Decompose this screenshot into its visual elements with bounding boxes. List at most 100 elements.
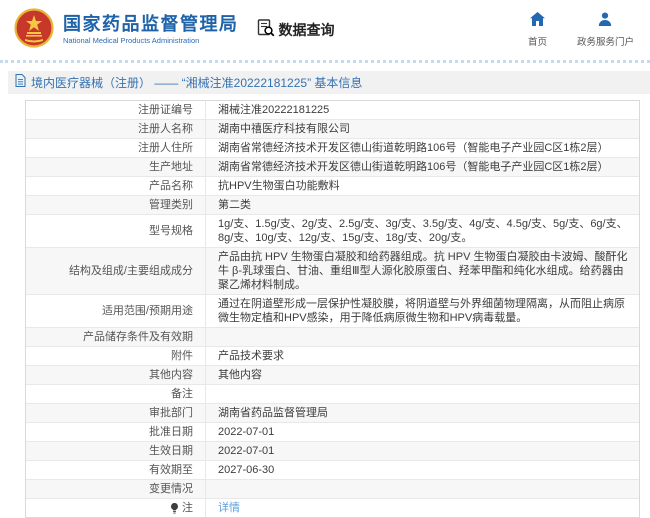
row-label: 附件 bbox=[26, 347, 206, 365]
row-value bbox=[206, 480, 639, 498]
user-icon bbox=[598, 12, 612, 31]
nmpa-logo[interactable]: 国家药品监督管理局 National Medical Products Admi… bbox=[14, 8, 239, 53]
row-label: 产品储存条件及有效期 bbox=[26, 328, 206, 346]
row-label: 有效期至 bbox=[26, 461, 206, 479]
table-row: 其他内容其他内容 bbox=[26, 366, 639, 385]
row-label: 注 bbox=[26, 499, 206, 517]
nav-home-label: 首页 bbox=[528, 34, 547, 48]
row-value-text: 湖南省常德经济技术开发区德山街道乾明路106号（智能电子产业园C区1栋2层） bbox=[218, 141, 609, 155]
row-value: 湖南中禧医疗科技有限公司 bbox=[206, 120, 639, 138]
row-value-text: 其他内容 bbox=[218, 368, 262, 382]
nav-portal[interactable]: 政务服务门户 bbox=[577, 12, 634, 48]
row-value: 湖南省常德经济技术开发区德山街道乾明路106号（智能电子产业园C区1栋2层） bbox=[206, 158, 639, 176]
row-label-text: 有效期至 bbox=[149, 463, 193, 477]
page-title: 境内医疗器械（注册） —— “湘械注准20222181225” 基本信息 bbox=[31, 74, 362, 91]
nav-portal-label: 政务服务门户 bbox=[577, 34, 634, 48]
table-row: 产品名称 抗HPV生物蛋白功能敷料 bbox=[26, 177, 639, 196]
row-label-text: 备注 bbox=[171, 387, 193, 401]
home-icon bbox=[530, 12, 545, 31]
row-value: 产品由抗 HPV 生物蛋白凝胶和给药器组成。抗 HPV 生物蛋白凝胶由卡波姆、酸… bbox=[206, 248, 639, 294]
table-row: 注册人名称 湖南中禧医疗科技有限公司 bbox=[26, 120, 639, 139]
row-value-text: 2027-06-30 bbox=[218, 463, 274, 477]
row-label: 产品名称 bbox=[26, 177, 206, 195]
row-label-text: 结构及组成/主要组成成分 bbox=[69, 264, 193, 278]
row-value: 其他内容 bbox=[206, 366, 639, 384]
row-label-text: 产品储存条件及有效期 bbox=[83, 330, 193, 344]
document-icon bbox=[15, 74, 26, 92]
nav-data-query-label: 数据查询 bbox=[279, 20, 335, 40]
nav-data-query[interactable]: 数据查询 bbox=[257, 19, 335, 42]
row-label: 其他内容 bbox=[26, 366, 206, 384]
row-label: 结构及组成/主要组成成分 bbox=[26, 248, 206, 294]
row-value-text: 湖南中禧医疗科技有限公司 bbox=[218, 122, 350, 136]
row-label: 备注 bbox=[26, 385, 206, 403]
row-label-text: 产品名称 bbox=[149, 179, 193, 193]
row-label: 管理类别 bbox=[26, 196, 206, 214]
row-label: 生效日期 bbox=[26, 442, 206, 460]
national-emblem-icon bbox=[14, 8, 54, 53]
row-value-text: 抗HPV生物蛋白功能敷料 bbox=[218, 179, 340, 193]
row-value: 2027-06-30 bbox=[206, 461, 639, 479]
table-row: 生效日期 2022-07-01 bbox=[26, 442, 639, 461]
table-row: 备注 bbox=[26, 385, 639, 404]
row-label-text: 注册人名称 bbox=[138, 122, 193, 136]
row-label: 生产地址 bbox=[26, 158, 206, 176]
row-value-text: 通过在阴道壁形成一层保护性凝胶膜，将阴道壁与外界细菌物理隔离，从而阻止病原微生物… bbox=[218, 297, 629, 325]
header-right-nav: 首页 政务服务门户 bbox=[528, 12, 638, 48]
row-value-text: 湖南省常德经济技术开发区德山街道乾明路106号（智能电子产业园C区1栋2层） bbox=[218, 160, 609, 174]
table-row: 批准日期 2022-07-01 bbox=[26, 423, 639, 442]
row-label: 批准日期 bbox=[26, 423, 206, 441]
row-label-text: 适用范围/预期用途 bbox=[102, 304, 193, 318]
row-label-text: 注册人住所 bbox=[138, 141, 193, 155]
row-value: 2022-07-01 bbox=[206, 442, 639, 460]
row-value: 抗HPV生物蛋白功能敷料 bbox=[206, 177, 639, 195]
row-value: 详情 bbox=[206, 499, 639, 517]
row-label-text: 附件 bbox=[171, 349, 193, 363]
row-value: 第二类 bbox=[206, 196, 639, 214]
row-label-text: 审批部门 bbox=[149, 406, 193, 420]
row-value: 湖南省药品监督管理局 bbox=[206, 404, 639, 422]
table-row: 附件 产品技术要求 bbox=[26, 347, 639, 366]
logo-text: 国家药品监督管理局 National Medical Products Admi… bbox=[63, 15, 239, 45]
row-value: 1g/支、1.5g/支、2g/支、2.5g/支、3g/支、3.5g/支、4g/支… bbox=[206, 215, 639, 247]
table-row: 适用范围/预期用途 通过在阴道壁形成一层保护性凝胶膜，将阴道壁与外界细菌物理隔离，… bbox=[26, 295, 639, 328]
row-value: 产品技术要求 bbox=[206, 347, 639, 365]
agency-name-cn: 国家药品监督管理局 bbox=[63, 15, 239, 35]
row-value: 2022-07-01 bbox=[206, 423, 639, 441]
row-label-text: 注 bbox=[182, 501, 193, 515]
row-label: 审批部门 bbox=[26, 404, 206, 422]
row-label-text: 型号规格 bbox=[149, 224, 193, 238]
row-value: 湘械注准20222181225 bbox=[206, 101, 639, 119]
agency-name-en: National Medical Products Administration bbox=[63, 37, 239, 45]
row-label-text: 管理类别 bbox=[149, 198, 193, 212]
row-value-text: 2022-07-01 bbox=[218, 425, 274, 439]
table-row: 型号规格 1g/支、1.5g/支、2g/支、2.5g/支、3g/支、3.5g/支、… bbox=[26, 215, 639, 248]
details-link[interactable]: 详情 bbox=[218, 501, 240, 515]
row-label-text: 生效日期 bbox=[149, 444, 193, 458]
document-search-icon bbox=[257, 19, 275, 42]
table-row: 生产地址湖南省常德经济技术开发区德山街道乾明路106号（智能电子产业园C区1栋2… bbox=[26, 158, 639, 177]
info-table: 注册证编号湘械注准20222181225注册人名称湖南中禧医疗科技有限公司注册人… bbox=[25, 100, 640, 518]
table-row: 管理类别第二类 bbox=[26, 196, 639, 215]
row-value-text: 2022-07-01 bbox=[218, 444, 274, 458]
table-row: 审批部门 湖南省药品监督管理局 bbox=[26, 404, 639, 423]
row-label: 注册人名称 bbox=[26, 120, 206, 138]
row-value-text: 湘械注准20222181225 bbox=[218, 103, 329, 117]
row-value: 湖南省常德经济技术开发区德山街道乾明路106号（智能电子产业园C区1栋2层） bbox=[206, 139, 639, 157]
table-row: 有效期至 2027-06-30 bbox=[26, 461, 639, 480]
site-header: 国家药品监督管理局 National Medical Products Admi… bbox=[0, 0, 650, 63]
row-label: 注册证编号 bbox=[26, 101, 206, 119]
row-value-text: 湖南省药品监督管理局 bbox=[218, 406, 328, 420]
row-value: 通过在阴道壁形成一层保护性凝胶膜，将阴道壁与外界细菌物理隔离，从而阻止病原微生物… bbox=[206, 295, 639, 327]
row-label: 注册人住所 bbox=[26, 139, 206, 157]
row-value-text: 产品技术要求 bbox=[218, 349, 284, 363]
row-label: 型号规格 bbox=[26, 215, 206, 247]
note-bulb-icon bbox=[170, 503, 179, 514]
row-value-text: 1g/支、1.5g/支、2g/支、2.5g/支、3g/支、3.5g/支、4g/支… bbox=[218, 217, 629, 245]
table-row: 注册人住所 湖南省常德经济技术开发区德山街道乾明路106号（智能电子产业园C区1栋… bbox=[26, 139, 639, 158]
nav-home[interactable]: 首页 bbox=[528, 12, 547, 48]
row-label-text: 批准日期 bbox=[149, 425, 193, 439]
row-label-text: 注册证编号 bbox=[138, 103, 193, 117]
table-row: 产品储存条件及有效期 bbox=[26, 328, 639, 347]
row-label: 变更情况 bbox=[26, 480, 206, 498]
